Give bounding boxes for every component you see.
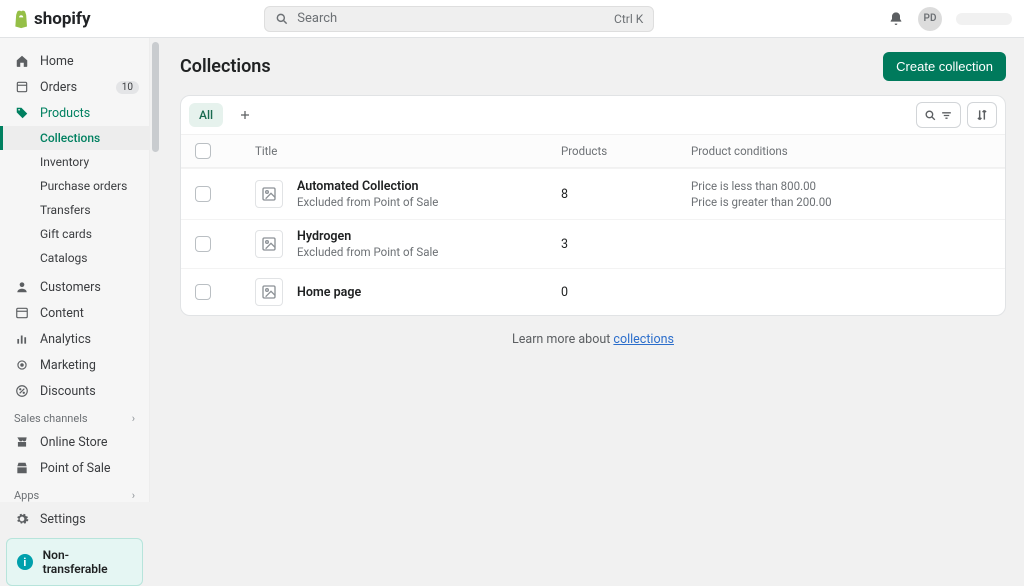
create-collection-button[interactable]: Create collection — [883, 52, 1006, 81]
orders-icon — [14, 80, 30, 94]
sidebar-label: Home — [40, 54, 139, 69]
sidebar-item-online-store[interactable]: Online Store — [0, 429, 149, 455]
notifications-icon[interactable] — [888, 11, 904, 27]
select-all-checkbox[interactable] — [195, 143, 211, 159]
filter-icon — [940, 109, 953, 122]
plus-icon — [239, 109, 251, 121]
pos-icon — [14, 461, 30, 475]
scrollbar-thumb[interactable] — [152, 42, 159, 152]
search-icon — [924, 109, 937, 122]
sidebar-item-settings[interactable]: Settings — [0, 506, 149, 532]
orders-badge: 10 — [116, 81, 139, 94]
analytics-icon — [14, 332, 30, 346]
row-products-count: 3 — [561, 237, 691, 252]
table-row[interactable]: Hydrogen Excluded from Point of Sale 3 — [181, 219, 1005, 268]
gear-icon — [14, 512, 30, 526]
sidebar-item-discounts[interactable]: Discounts — [0, 378, 149, 404]
info-icon: i — [17, 554, 33, 570]
sidebar-item-home[interactable]: Home — [0, 48, 149, 74]
sidebar-item-products[interactable]: Products — [0, 100, 149, 126]
sidebar-item-content[interactable]: Content — [0, 300, 149, 326]
search-placeholder: Search — [297, 11, 614, 26]
row-products-count: 0 — [561, 285, 691, 300]
row-checkbox[interactable] — [195, 186, 211, 202]
sidebar-label: Content — [40, 306, 139, 321]
sidebar-section-apps[interactable]: Apps › — [0, 481, 149, 506]
marketing-icon — [14, 358, 30, 372]
sidebar-sub-purchase-orders[interactable]: Purchase orders — [0, 174, 149, 198]
row-checkbox[interactable] — [195, 284, 211, 300]
sidebar-label: Discounts — [40, 384, 139, 399]
top-bar: shopify Search Ctrl K PD — [0, 0, 1024, 38]
row-title: Home page — [297, 285, 561, 300]
avatar[interactable]: PD — [918, 7, 942, 31]
image-placeholder-icon — [255, 180, 283, 208]
tab-all[interactable]: All — [189, 103, 223, 127]
table-row[interactable]: Home page 0 — [181, 268, 1005, 315]
table-header: Title Products Product conditions — [181, 135, 1005, 168]
image-placeholder-icon — [255, 230, 283, 258]
sidebar-sub-collections[interactable]: Collections — [0, 126, 149, 150]
sort-button[interactable] — [967, 102, 997, 128]
sidebar-item-customers[interactable]: Customers — [0, 274, 149, 300]
sort-icon — [975, 108, 989, 122]
discounts-icon — [14, 384, 30, 398]
sidebar: Home Orders 10 Products Collections Inve… — [0, 38, 150, 502]
sidebar-label: Online Store — [40, 435, 139, 450]
row-condition: Price is greater than 200.00 — [691, 194, 991, 210]
image-placeholder-icon — [255, 278, 283, 306]
home-icon — [14, 54, 30, 68]
sidebar-scrollbar[interactable] — [150, 38, 162, 502]
shopify-bag-icon — [12, 9, 32, 29]
sidebar-sub-inventory[interactable]: Inventory — [0, 150, 149, 174]
sidebar-item-orders[interactable]: Orders 10 — [0, 74, 149, 100]
brand-logo[interactable]: shopify — [12, 9, 91, 29]
table-row[interactable]: Automated Collection Excluded from Point… — [181, 168, 1005, 219]
chevron-right-icon: › — [132, 489, 135, 502]
row-products-count: 8 — [561, 187, 691, 202]
learn-more-link[interactable]: collections — [613, 332, 674, 347]
row-checkbox[interactable] — [195, 236, 211, 252]
content-icon — [14, 306, 30, 320]
sidebar-item-analytics[interactable]: Analytics — [0, 326, 149, 352]
store-icon — [14, 435, 30, 449]
products-icon — [14, 106, 30, 120]
sidebar-sub-catalogs[interactable]: Catalogs — [0, 246, 149, 270]
collections-table-card: All Title Products — [180, 95, 1006, 316]
sidebar-label: Customers — [40, 280, 139, 295]
row-title: Automated Collection — [297, 179, 561, 194]
customers-icon — [14, 280, 30, 294]
main-content: Collections Create collection All — [162, 38, 1024, 502]
search-icon — [275, 12, 289, 26]
sidebar-item-pos[interactable]: Point of Sale — [0, 455, 149, 481]
store-name-placeholder — [956, 13, 1012, 25]
sidebar-section-sales[interactable]: Sales channels › — [0, 404, 149, 429]
search-input[interactable]: Search Ctrl K — [264, 6, 654, 32]
non-transferable-notice: i Non-transferable — [6, 538, 143, 586]
sidebar-item-marketing[interactable]: Marketing — [0, 352, 149, 378]
row-subtitle: Excluded from Point of Sale — [297, 195, 561, 209]
sidebar-label: Marketing — [40, 358, 139, 373]
th-title: Title — [255, 144, 561, 158]
th-conditions: Product conditions — [691, 144, 991, 158]
sidebar-sub-gift-cards[interactable]: Gift cards — [0, 222, 149, 246]
row-condition: Price is less than 800.00 — [691, 178, 991, 194]
learn-more-text: Learn more about collections — [180, 332, 1006, 347]
chevron-right-icon: › — [132, 412, 135, 425]
brand-name: shopify — [34, 9, 91, 29]
page-title: Collections — [180, 56, 271, 77]
sidebar-label: Analytics — [40, 332, 139, 347]
row-subtitle: Excluded from Point of Sale — [297, 245, 561, 259]
sidebar-label: Products — [40, 106, 139, 121]
row-title: Hydrogen — [297, 229, 561, 244]
th-products: Products — [561, 144, 691, 158]
sidebar-label: Point of Sale — [40, 461, 139, 476]
sidebar-label: Settings — [40, 512, 139, 527]
search-filter-button[interactable] — [916, 102, 961, 128]
sidebar-sub-transfers[interactable]: Transfers — [0, 198, 149, 222]
search-shortcut: Ctrl K — [614, 12, 643, 26]
sidebar-label: Orders — [40, 80, 106, 95]
add-view-button[interactable] — [229, 103, 261, 127]
